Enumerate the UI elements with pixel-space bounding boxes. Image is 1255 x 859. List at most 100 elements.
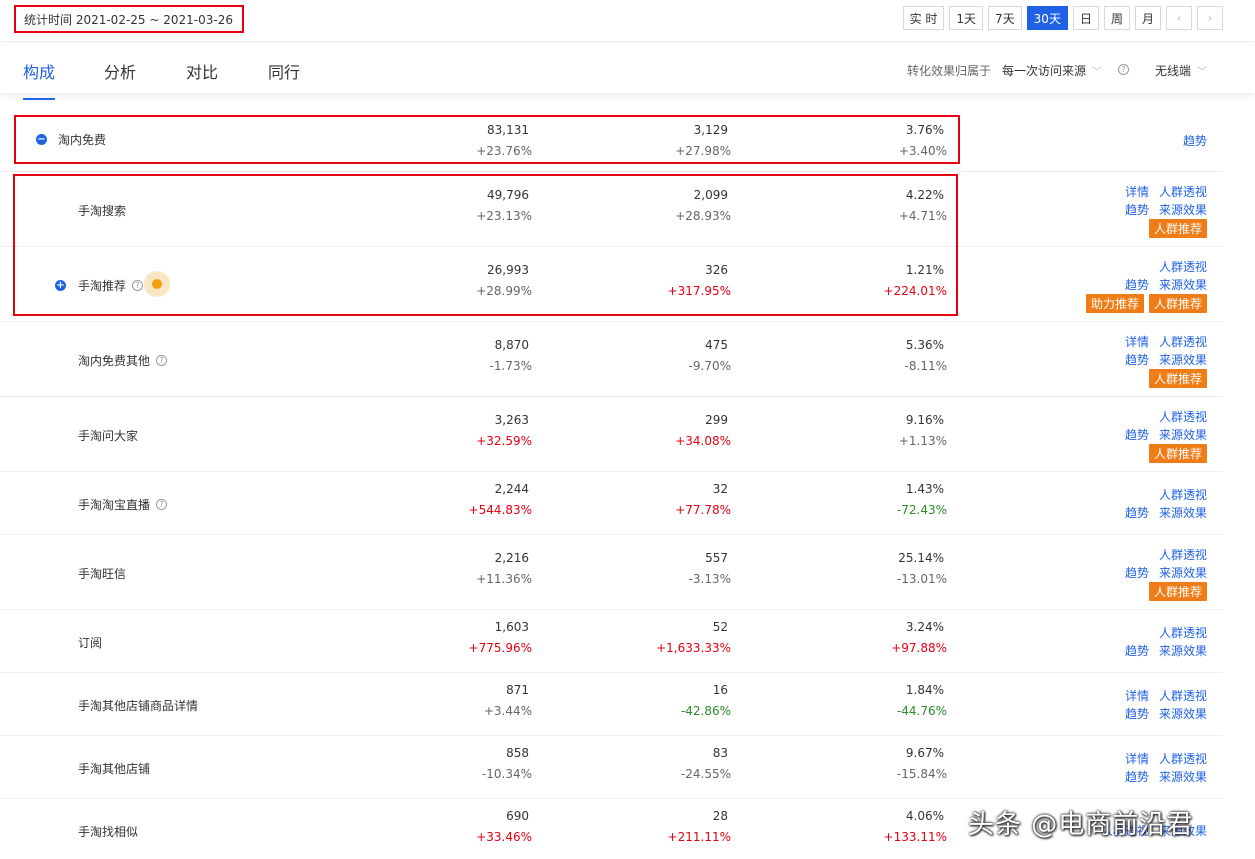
tab-compare[interactable]: 对比 — [186, 59, 218, 83]
rate-value: 1.43% — [905, 482, 944, 496]
row-actions: 人群透视 趋势 来源效果 — [1125, 623, 1207, 659]
row-action-link[interactable]: 趋势 — [1125, 768, 1149, 785]
source-name-label: 手淘推荐 — [78, 279, 127, 293]
attribution-value: 每一次访问来源 — [1002, 64, 1087, 78]
row-action-link[interactable]: 来源效果 — [1159, 564, 1207, 581]
chevron-down-icon: ﹀ — [1197, 67, 1208, 78]
source-name-label: 手淘问大家 — [78, 429, 139, 443]
row-action-link[interactable]: 人群透视 — [1159, 546, 1207, 563]
row-action-link[interactable]: 趋势 — [1125, 201, 1149, 218]
source-name: 手淘问大家 — [78, 427, 138, 444]
visitors-value: 49,796 — [487, 188, 529, 202]
source-name: 手淘其他店铺 — [78, 760, 150, 777]
row-action-link[interactable]: 来源效果 — [1159, 504, 1207, 521]
rate-change: +4.71% — [898, 209, 947, 223]
row-action-link[interactable]: 人群透视 — [1159, 183, 1207, 200]
period-30d-button[interactable]: 30天 — [1026, 6, 1068, 30]
period-realtime-button[interactable]: 实 时 — [902, 6, 945, 30]
help-icon[interactable]: ? — [156, 355, 168, 366]
help-icon[interactable]: ? — [156, 499, 168, 510]
row-action-link[interactable]: 人群透视 — [1159, 408, 1207, 425]
buyers-value: 2,099 — [693, 188, 728, 202]
source-name-label: 订阅 — [78, 636, 103, 650]
row-action-link[interactable]: 详情 — [1125, 183, 1149, 200]
date-range[interactable]: 统计时间 2021-02-25 ~ 2021-03-26 — [14, 5, 244, 33]
rate-change: -8.11% — [904, 359, 947, 373]
buyers-change: -9.70% — [688, 359, 731, 373]
row-action-link[interactable]: 趋势 — [1183, 132, 1207, 149]
expand-icon[interactable]: + — [55, 280, 66, 291]
row-action-link[interactable]: 人群透视 — [1159, 258, 1207, 275]
help-icon[interactable]: ? — [132, 280, 144, 291]
rate-change: -15.84% — [896, 767, 947, 781]
table-row: 手淘其他店铺商品详情 871 +3.44% 16 -42.86% 1.84% -44.76%… — [0, 673, 1223, 736]
source-name: + 手淘推荐? — [55, 277, 144, 294]
row-actions: 详情 人群透视 趋势 来源效果 — [1125, 749, 1207, 785]
recommend-tag-button[interactable]: 助力推荐 — [1085, 294, 1144, 313]
rate-change: -72.43% — [896, 503, 947, 517]
table-row: 订阅 1,603 +775.96% 52 +1,633.33% 3.24% +97.88% 人… — [0, 610, 1223, 673]
row-action-link[interactable]: 趋势 — [1125, 564, 1149, 581]
next-period-icon[interactable]: › — [1197, 6, 1223, 30]
row-action-link[interactable]: 趋势 — [1125, 504, 1149, 521]
source-name-label: 淘内免费 — [58, 133, 107, 147]
device-select[interactable]: 无线端 ﹀ — [1155, 62, 1207, 79]
recommend-tag-button[interactable]: 人群推荐 — [1148, 219, 1207, 238]
row-action-link[interactable]: 来源效果 — [1159, 426, 1207, 443]
row-action-link[interactable]: 趋势 — [1125, 276, 1149, 293]
row-action-link[interactable]: 详情 — [1125, 750, 1149, 767]
row-action-link[interactable]: 来源效果 — [1159, 705, 1207, 722]
visitors-change: +3.44% — [483, 704, 532, 718]
tab-peers[interactable]: 同行 — [268, 59, 300, 83]
recommend-tag-button[interactable]: 人群推荐 — [1148, 294, 1207, 313]
tab-analysis[interactable]: 分析 — [104, 59, 136, 83]
row-action-link[interactable]: 来源效果 — [1159, 642, 1207, 659]
period-week-button[interactable]: 周 — [1103, 6, 1130, 30]
buyers-value: 32 — [712, 482, 728, 496]
attribution-select[interactable]: 每一次访问来源 ﹀ — [1002, 62, 1102, 79]
cursor-highlight-dot — [144, 271, 170, 297]
row-actions: 详情 人群透视 趋势 来源效果 人群推荐 — [1125, 182, 1207, 238]
collapse-icon[interactable]: − — [36, 134, 47, 145]
row-action-link[interactable]: 来源效果 — [1159, 351, 1207, 368]
period-7d-button[interactable]: 7天 — [988, 6, 1022, 30]
row-action-link[interactable]: 趋势 — [1125, 705, 1149, 722]
recommend-tag-button[interactable]: 人群推荐 — [1148, 582, 1207, 601]
row-action-link[interactable]: 详情 — [1125, 687, 1149, 704]
visitors-change: +28.99% — [476, 284, 532, 298]
row-action-link[interactable]: 人群透视 — [1159, 333, 1207, 350]
visitors-value: 690 — [506, 809, 529, 823]
period-day-button[interactable]: 日 — [1072, 6, 1099, 30]
row-action-link[interactable]: 人群透视 — [1159, 750, 1207, 767]
row-actions: 人群透视 趋势 来源效果 人群推荐 — [1125, 407, 1207, 463]
rate-change: -13.01% — [896, 572, 947, 586]
tab-composition[interactable]: 构成 — [23, 59, 56, 100]
period-month-button[interactable]: 月 — [1134, 6, 1161, 30]
row-action-link[interactable]: 趋势 — [1125, 351, 1149, 368]
buyers-value: 16 — [712, 683, 728, 697]
period-1d-button[interactable]: 1天 — [949, 6, 984, 30]
row-action-link[interactable]: 人群透视 — [1159, 687, 1207, 704]
period-selector: 实 时 1天 7天 30天 日 周 月 ‹ › — [902, 6, 1223, 30]
row-action-link[interactable]: 人群透视 — [1159, 486, 1207, 503]
prev-period-icon[interactable]: ‹ — [1166, 6, 1192, 30]
buyers-change: -24.55% — [680, 767, 731, 781]
rate-change: +133.11% — [883, 830, 947, 844]
row-action-link[interactable]: 来源效果 — [1159, 276, 1207, 293]
row-action-link[interactable]: 详情 — [1125, 333, 1149, 350]
row-action-link[interactable]: 人群透视 — [1159, 624, 1207, 641]
row-action-link[interactable]: 趋势 — [1125, 642, 1149, 659]
recommend-tag-button[interactable]: 人群推荐 — [1148, 369, 1207, 388]
buyers-value: 83 — [712, 746, 728, 760]
row-action-link[interactable]: 趋势 — [1125, 426, 1149, 443]
source-name-label: 手淘旺信 — [78, 567, 127, 581]
rate-change: +97.88% — [891, 641, 947, 655]
visitors-value: 858 — [506, 746, 529, 760]
help-icon[interactable]: ? — [1118, 64, 1129, 75]
rate-value: 4.06% — [905, 809, 944, 823]
row-action-link[interactable]: 来源效果 — [1159, 201, 1207, 218]
recommend-tag-button[interactable]: 人群推荐 — [1148, 444, 1207, 463]
buyers-change: +27.98% — [675, 144, 731, 158]
row-action-link[interactable]: 来源效果 — [1159, 768, 1207, 785]
visitors-value: 3,263 — [494, 413, 529, 427]
